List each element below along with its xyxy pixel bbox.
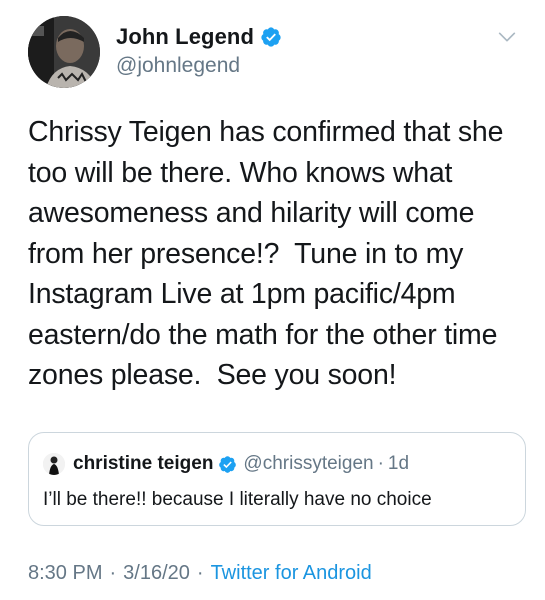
quoted-tweet[interactable]: christine teigen @chrissyteigen · 1d I’l… — [28, 432, 526, 526]
verified-badge-icon — [261, 27, 281, 47]
quoted-author-avatar — [43, 453, 65, 475]
author-avatar-image — [28, 16, 100, 88]
author-display-name[interactable]: John Legend — [116, 24, 254, 50]
quoted-tweet-text: I’ll be there!! because I literally have… — [43, 489, 432, 510]
footer-separator: · — [196, 562, 204, 584]
tweet-date: 3/16/20 — [123, 562, 190, 584]
quoted-timestamp: 1d — [387, 453, 410, 474]
verified-badge-icon — [219, 455, 237, 473]
quoted-separator: · — [377, 453, 384, 474]
author-names: John Legend @johnlegend — [116, 22, 282, 78]
tweet-text: Chrissy Teigen has confirmed that she to… — [28, 116, 504, 391]
quoted-tweet-header: christine teigen @chrissyteigen · 1d — [43, 451, 409, 477]
footer-separator: · — [109, 562, 117, 584]
chevron-down-icon[interactable] — [496, 26, 518, 48]
tweet-footer: 8:30 PM · 3/16/20 · Twitter for Android — [28, 562, 372, 585]
tweet-header: John Legend @johnlegend — [28, 12, 528, 92]
tweet-time: 8:30 PM — [28, 562, 103, 584]
display-name-row: John Legend — [116, 22, 282, 52]
quoted-author-avatar-image — [43, 453, 65, 475]
tweet: John Legend @johnlegend Chrissy Teigen h… — [0, 0, 545, 600]
quoted-author-handle: @chrissyteigen — [243, 453, 374, 474]
author-avatar[interactable] — [28, 16, 100, 88]
tweet-source-link[interactable]: Twitter for Android — [211, 562, 372, 585]
author-handle[interactable]: @johnlegend — [116, 54, 282, 78]
quoted-author-display-name: christine teigen — [73, 453, 214, 474]
